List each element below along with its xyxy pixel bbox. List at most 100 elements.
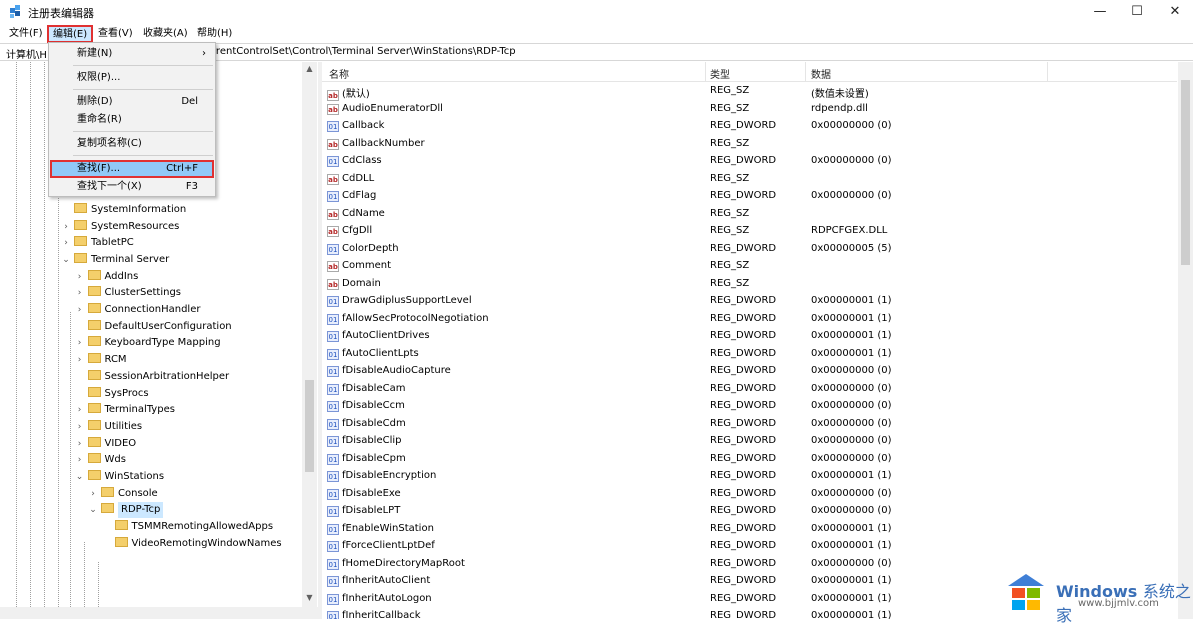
tree-vertical-scrollbar[interactable] — [302, 62, 317, 607]
menu-item-find[interactable]: 查找(F)... Ctrl+F — [50, 160, 214, 178]
tree-node-rcm[interactable]: › RCM — [75, 352, 127, 368]
tree-node-tabletpc[interactable]: › TabletPC — [61, 235, 134, 251]
list-scroll-thumb[interactable] — [1181, 80, 1190, 265]
value-row[interactable]: 01 DrawGdiplusSupportLevel REG_DWORD 0x0000… — [322, 293, 1177, 311]
value-type: REG_DWORD — [710, 417, 777, 429]
menu-favorites[interactable]: 收藏夹(A) — [140, 26, 191, 42]
menu-edit[interactable]: 编辑(E) — [47, 25, 94, 43]
close-button[interactable]: ✕ — [1157, 0, 1193, 24]
menu-item-new[interactable]: 新建(N) › — [50, 45, 214, 63]
tree-node-terminal-server[interactable]: ⌄ Terminal Server — [61, 252, 169, 268]
value-row[interactable]: ab CdName REG_SZ — [322, 206, 1177, 224]
value-type: REG_DWORD — [710, 470, 777, 481]
collapsed-chevron-icon[interactable]: › — [61, 219, 71, 235]
column-divider[interactable] — [805, 62, 806, 82]
expanded-chevron-icon[interactable]: ⌄ — [75, 469, 85, 485]
tree-node-sessionarbitrationhelper[interactable]: SessionArbitrationHelper — [75, 369, 229, 385]
collapsed-chevron-icon[interactable]: › — [75, 285, 85, 301]
value-row[interactable]: ab (默认) REG_SZ (数值未设置) — [322, 83, 1177, 101]
collapsed-chevron-icon[interactable]: › — [88, 486, 98, 502]
menu-item-delete[interactable]: 删除(D) Del — [50, 93, 214, 111]
value-row[interactable]: 01 fDisableCdm REG_DWORD 0x00000000 (0) — [322, 416, 1177, 434]
tree-horizontal-scrollbar[interactable] — [0, 607, 318, 619]
menu-item-rename[interactable]: 重命名(R) — [50, 111, 214, 129]
menu-item-find-next[interactable]: 查找下一个(X) F3 — [50, 178, 214, 196]
tree-node-rdp-tcp[interactable]: ⌄ RDP-Tcp — [88, 502, 164, 519]
value-row[interactable]: 01 fAutoClientLpts REG_DWORD 0x00000001 (1) — [322, 346, 1177, 364]
expanded-chevron-icon[interactable]: ⌄ — [61, 252, 71, 268]
tree-node-wds[interactable]: › Wds — [75, 452, 126, 468]
menu-view[interactable]: 查看(V) — [95, 26, 136, 42]
collapsed-chevron-icon[interactable]: › — [75, 419, 85, 435]
tree-node-systeminformation[interactable]: SystemInformation — [61, 202, 186, 218]
column-divider[interactable] — [1047, 62, 1048, 82]
collapsed-chevron-icon[interactable]: › — [75, 402, 85, 418]
tree-scroll-thumb[interactable] — [305, 380, 314, 472]
tree-node-connectionhandler[interactable]: › ConnectionHandler — [75, 302, 200, 318]
folder-icon — [87, 353, 101, 364]
tree-node-keyboardtype-mapping[interactable]: › KeyboardType Mapping — [75, 335, 221, 351]
collapsed-chevron-icon[interactable]: › — [75, 452, 85, 468]
value-row[interactable]: 01 fEnableWinStation REG_DWORD 0x00000001 (… — [322, 521, 1177, 539]
column-divider[interactable] — [705, 62, 706, 82]
minimize-button[interactable]: — — [1082, 0, 1118, 24]
tree-node-videoremotingwindownames[interactable]: VideoRemotingWindowNames — [102, 536, 282, 552]
value-row[interactable]: 01 fHomeDirectoryMapRoot REG_DWORD 0x000000… — [322, 556, 1177, 574]
menu-help[interactable]: 帮助(H) — [194, 26, 235, 42]
value-row[interactable]: 01 fDisableLPT REG_DWORD 0x00000000 (0) — [322, 503, 1177, 521]
tree-node-utilities[interactable]: › Utilities — [75, 419, 142, 435]
tree-node-winstations[interactable]: ⌄ WinStations — [75, 469, 164, 485]
value-row[interactable]: 01 fInheritCallback REG_DWORD 0x00000001 (1… — [322, 608, 1177, 619]
value-row[interactable]: 01 fForceClientLptDef REG_DWORD 0x00000001 … — [322, 538, 1177, 556]
expanded-chevron-icon[interactable]: ⌄ — [88, 502, 98, 518]
value-row[interactable]: 01 Callback REG_DWORD 0x00000000 (0) — [322, 118, 1177, 136]
column-header-data[interactable]: 数据 — [811, 66, 831, 81]
tree-scroll-up-icon[interactable]: ▲ — [302, 64, 317, 78]
value-row[interactable]: 01 fAllowSecProtocolNegotiation REG_DWORD 0… — [322, 311, 1177, 329]
column-header-type[interactable]: 类型 — [710, 66, 730, 81]
value-row[interactable]: 01 fDisableAudioCapture REG_DWORD 0x0000000… — [322, 363, 1177, 381]
value-row[interactable]: ab Domain REG_SZ — [322, 276, 1177, 294]
tree-node-terminaltypes[interactable]: › TerminalTypes — [75, 402, 175, 418]
tree-node-console[interactable]: › Console — [88, 486, 158, 502]
tree-node-tsmmremotingallowedapps[interactable]: TSMMRemotingAllowedApps — [102, 519, 273, 535]
value-row[interactable]: ab CfgDll REG_SZ RDPCFGEX.DLL — [322, 223, 1177, 241]
value-row[interactable]: 01 fAutoClientDrives REG_DWORD 0x00000001 (… — [322, 328, 1177, 346]
value-row[interactable]: ab CallbackNumber REG_SZ — [322, 136, 1177, 154]
value-row[interactable]: 01 CdClass REG_DWORD 0x00000000 (0) — [322, 153, 1177, 171]
value-row[interactable]: 01 fDisableEncryption REG_DWORD 0x00000001 … — [322, 468, 1177, 486]
collapsed-chevron-icon[interactable]: › — [75, 335, 85, 351]
value-row[interactable]: 01 fDisableExe REG_DWORD 0x00000000 (0) — [322, 486, 1177, 504]
value-row[interactable]: 01 fInheritAutoLogon REG_DWORD 0x00000001 (… — [322, 591, 1177, 609]
collapsed-chevron-icon[interactable]: › — [75, 436, 85, 452]
value-row[interactable]: 01 fDisableCpm REG_DWORD 0x00000000 (0) — [322, 451, 1177, 469]
menu-item-copy-key-name[interactable]: 复制项名称(C) — [50, 135, 214, 153]
menu-item-permissions[interactable]: 权限(P)... — [50, 69, 214, 87]
collapsed-chevron-icon[interactable]: › — [75, 352, 85, 368]
value-row[interactable]: 01 fDisableCcm REG_DWORD 0x00000000 (0) — [322, 398, 1177, 416]
value-row[interactable]: 01 fDisableCam REG_DWORD 0x00000000 (0) — [322, 381, 1177, 399]
value-row[interactable]: ab CdDLL REG_SZ — [322, 171, 1177, 189]
tree-node-sysprocs[interactable]: SysProcs — [75, 386, 149, 402]
collapsed-chevron-icon[interactable]: › — [75, 269, 85, 285]
value-row[interactable]: 01 ColorDepth REG_DWORD 0x00000005 (5) — [322, 241, 1177, 259]
tree-node-addins[interactable]: › AddIns — [75, 269, 138, 285]
tree-node-systemresources[interactable]: › SystemResources — [61, 219, 179, 235]
maximize-button[interactable]: ☐ — [1119, 0, 1155, 24]
collapsed-chevron-icon[interactable]: › — [61, 235, 71, 251]
value-row[interactable]: 01 fInheritAutoClient REG_DWORD 0x00000001 … — [322, 573, 1177, 591]
value-row[interactable]: 01 CdFlag REG_DWORD 0x00000000 (0) — [322, 188, 1177, 206]
value-row[interactable]: ab Comment REG_SZ — [322, 258, 1177, 276]
value-name-cell: 01 fEnableWinStation — [327, 523, 434, 535]
value-row[interactable]: 01 fDisableClip REG_DWORD 0x00000000 (0) — [322, 433, 1177, 451]
value-row[interactable]: ab AudioEnumeratorDll REG_SZ rdpendp.dll — [322, 101, 1177, 119]
tree-scroll-down-icon[interactable]: ▼ — [302, 593, 317, 607]
value-name-cell: ab CfgDll — [327, 225, 372, 237]
tree-node-clustersettings[interactable]: › ClusterSettings — [75, 285, 181, 301]
tree-node-defaultuserconfiguration[interactable]: DefaultUserConfiguration — [75, 319, 232, 335]
value-type: REG_DWORD — [710, 312, 777, 324]
menu-file[interactable]: 文件(F) — [6, 26, 46, 42]
column-header-name[interactable]: 名称 — [329, 66, 349, 81]
tree-node-video[interactable]: › VIDEO — [75, 436, 136, 452]
collapsed-chevron-icon[interactable]: › — [75, 302, 85, 318]
